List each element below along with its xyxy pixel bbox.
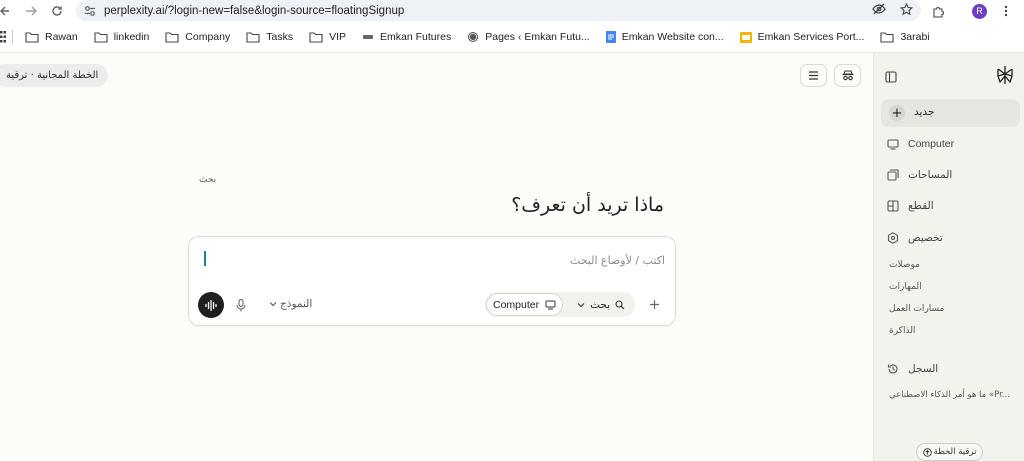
sidebar-subitem-workflows[interactable]: مسارات العمل (889, 304, 944, 314)
bookmark-pages-emkan[interactable]: Pages ‹ Emkan Futu... (467, 31, 590, 43)
back-button[interactable] (0, 0, 10, 22)
plan-upgrade-pill[interactable]: الخطة المجانية · ترقية (0, 64, 109, 87)
chevron-down-icon (577, 302, 585, 307)
back-arrow-icon (0, 6, 9, 16)
folder-icon (94, 31, 108, 43)
bookmark-tasks[interactable]: Tasks (246, 31, 293, 43)
microphone-icon (236, 298, 246, 311)
bookmarks-bar: Rawan linkedin Company Tasks VIP Emkan F… (0, 22, 1024, 53)
url-text: perplexity.ai/?login-new=false&login-sou… (104, 4, 405, 17)
folder-icon (309, 31, 323, 43)
search-icon (615, 299, 625, 309)
mode-search-button[interactable]: بحث (577, 299, 625, 311)
bookmark-star-icon[interactable] (900, 2, 913, 16)
site-settings-icon (85, 5, 95, 16)
reload-button[interactable] (45, 0, 69, 22)
attach-button[interactable] (645, 295, 663, 313)
docs-icon (605, 31, 616, 43)
sidebar-toggle-icon (885, 71, 897, 83)
artifacts-icon (887, 200, 899, 212)
chevron-down-icon (269, 302, 277, 307)
query-input-placeholder[interactable]: اكتب / لأوضاع البحث (570, 254, 665, 267)
upgrade-plan-button[interactable]: ترقية الخطة (916, 443, 983, 461)
browser-toolbar: perplexity.ai/?login-new=false&login-sou… (0, 0, 1024, 22)
model-selector[interactable]: النموذج (269, 295, 312, 313)
bookmark-emkan-services[interactable]: Emkan Services Port... (739, 31, 864, 43)
folder-icon (165, 31, 179, 43)
page-title: ماذا تريد أن تعرف؟ (511, 194, 664, 216)
mode-computer-button[interactable]: Computer (486, 293, 564, 316)
plus-icon: + (889, 105, 905, 121)
plus-icon (649, 299, 659, 309)
eye-off-icon[interactable] (872, 2, 886, 16)
query-composer[interactable]: اكتب / لأوضاع البحث النموذج Computer بحث (188, 236, 676, 326)
kebab-menu-icon (1004, 5, 1008, 17)
bookmark-emkan-futures[interactable]: Emkan Futures (362, 31, 451, 43)
new-thread-button[interactable]: + جديد (881, 99, 1020, 127)
voice-mode-button[interactable] (198, 292, 224, 318)
history-icon (887, 364, 898, 374)
site-icon (363, 35, 374, 39)
mode-switcher: Computer بحث (485, 292, 635, 317)
forward-arrow-icon (26, 6, 37, 16)
slides-icon (739, 31, 752, 43)
main-content: الخطة المجانية · ترقية بحث ماذا تريد أن … (0, 53, 873, 461)
wordpress-icon (468, 32, 479, 42)
computer-icon (545, 300, 556, 309)
sidebar-item-history[interactable]: السجل (887, 360, 938, 378)
dictation-button[interactable] (234, 297, 248, 313)
bookmark-linkedin[interactable]: linkedin (94, 31, 149, 43)
sidebar-item-computer[interactable]: Computer (887, 135, 954, 153)
bookmarks-separator (12, 30, 13, 44)
reload-icon (52, 6, 62, 16)
bookmark-vip[interactable]: VIP (309, 31, 346, 43)
bookmark-company[interactable]: Company (165, 31, 230, 43)
folder-icon (880, 31, 894, 43)
bookmark-3arabi[interactable]: 3arabi (880, 31, 930, 43)
history-entry[interactable]: ما هو أمر الذكاء الاصطناعي «Pr... (889, 390, 1010, 400)
chrome-menu-button[interactable] (1004, 0, 1008, 22)
waveform-icon (205, 299, 217, 311)
profile-avatar: R (972, 3, 987, 19)
sidebar: + جديد Computer المساحات القطع تخصيص موص… (873, 53, 1024, 461)
perplexity-logo[interactable] (995, 65, 1015, 85)
profile-button[interactable]: R (972, 0, 987, 22)
hamburger-icon (809, 71, 818, 80)
puzzle-icon (933, 6, 944, 18)
apps-grid-icon[interactable] (0, 31, 6, 43)
incognito-icon (842, 70, 853, 81)
upgrade-icon (922, 447, 932, 457)
perplexity-logo-icon (997, 66, 1013, 84)
sidebar-subitem-connectors[interactable]: موصلات (889, 260, 920, 270)
search-tag-label: بحث (199, 175, 217, 185)
extensions-button[interactable] (932, 0, 945, 22)
menu-button[interactable] (800, 64, 827, 87)
collapse-sidebar-button[interactable] (885, 68, 899, 83)
text-caret (204, 251, 206, 266)
customize-icon (887, 232, 899, 244)
sidebar-item-customize[interactable]: تخصيص (887, 229, 943, 247)
folder-icon (246, 31, 260, 43)
incognito-button[interactable] (834, 64, 861, 87)
sidebar-subitem-skills[interactable]: المهارات (889, 282, 922, 292)
bookmark-emkan-website[interactable]: Emkan Website con... (605, 31, 724, 43)
computer-icon (887, 138, 899, 150)
sidebar-subitem-memory[interactable]: الذاكرة (889, 326, 915, 336)
folder-icon (25, 31, 39, 43)
address-bar[interactable]: perplexity.ai/?login-new=false&login-sou… (76, 0, 921, 21)
spaces-icon (887, 169, 899, 181)
forward-button[interactable] (19, 0, 43, 22)
sidebar-item-spaces[interactable]: المساحات (887, 166, 952, 184)
bookmark-rawan[interactable]: Rawan (25, 31, 78, 43)
sidebar-item-artifacts[interactable]: القطع (887, 197, 934, 215)
